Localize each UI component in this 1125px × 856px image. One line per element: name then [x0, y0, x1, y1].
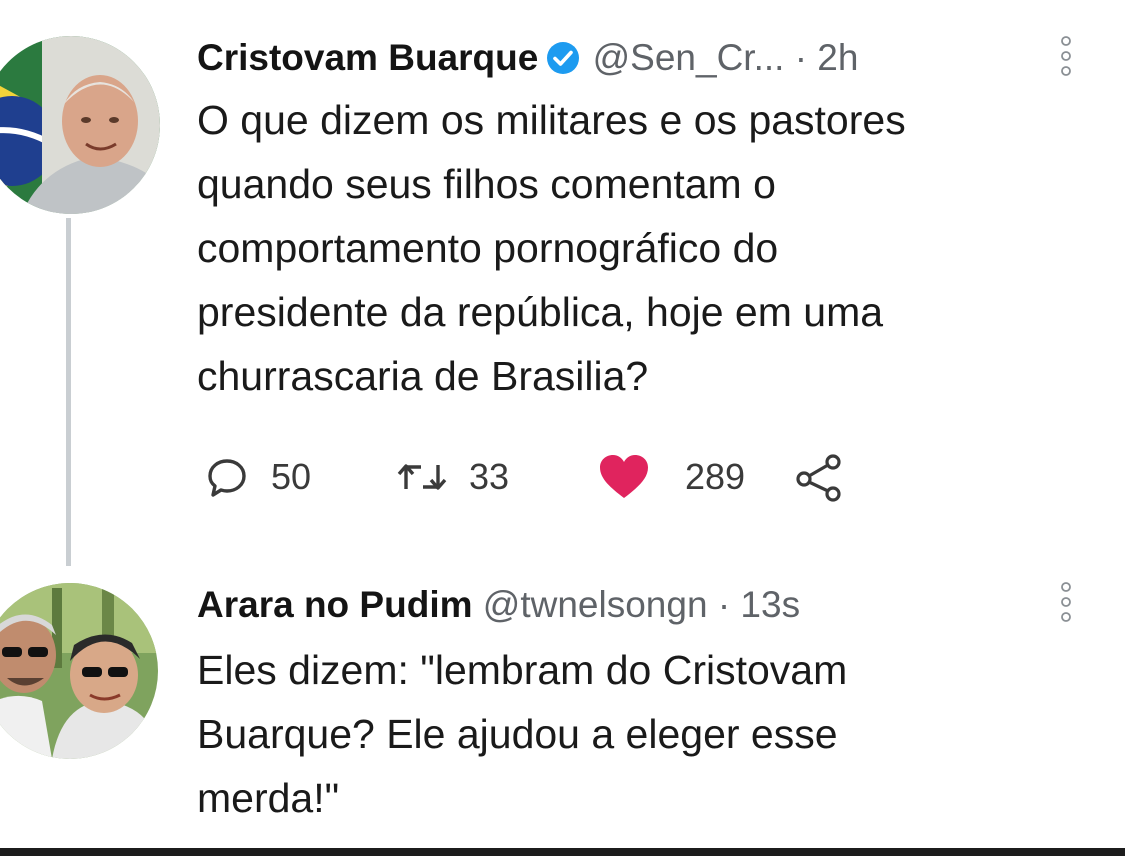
like-count: 289: [685, 456, 746, 497]
heart-icon: [597, 453, 651, 501]
avatar-cristovam[interactable]: [0, 36, 160, 214]
retweet-icon: [395, 455, 449, 499]
tweet-header: Cristovam Buarque @Sen_Cr... · 2h: [197, 36, 858, 80]
avatar-arara[interactable]: [0, 583, 158, 759]
author-name[interactable]: Cristovam Buarque: [197, 37, 538, 78]
more-vertical-icon[interactable]: [1060, 32, 1072, 80]
reply-icon: [205, 455, 249, 499]
separator-dot: ·: [717, 584, 731, 625]
tweet-cristovam[interactable]: Cristovam Buarque @Sen_Cr... · 2h O que …: [0, 0, 1125, 566]
tweet-actions: 50 33 289: [205, 450, 965, 504]
tweet-time[interactable]: 13s: [740, 584, 800, 625]
tweet-header: Arara no Pudim @twnelsongn · 13s: [197, 583, 800, 627]
tweet-text: Eles dizem: "lembram do Cristovam Buarqu…: [197, 647, 848, 821]
retweet-button[interactable]: 33: [395, 450, 509, 504]
tweet-text: O que dizem os militares e os pastores q…: [197, 97, 906, 399]
author-handle[interactable]: @twnelsongn: [483, 584, 708, 625]
thread-line: [66, 218, 71, 566]
author-name[interactable]: Arara no Pudim: [197, 584, 473, 625]
verified-badge-icon: [546, 41, 580, 75]
share-button[interactable]: [793, 450, 847, 504]
more-vertical-icon[interactable]: [1060, 578, 1072, 626]
share-icon: [793, 452, 847, 502]
like-button[interactable]: 289: [597, 450, 745, 504]
tweet-time[interactable]: 2h: [817, 37, 858, 78]
reply-button[interactable]: 50: [205, 450, 311, 504]
author-handle[interactable]: @Sen_Cr...: [593, 37, 785, 78]
separator-dot: ·: [794, 37, 808, 78]
retweet-count: 33: [469, 456, 510, 497]
reply-count: 50: [271, 456, 312, 497]
bottom-edge-bar: [0, 848, 1125, 856]
